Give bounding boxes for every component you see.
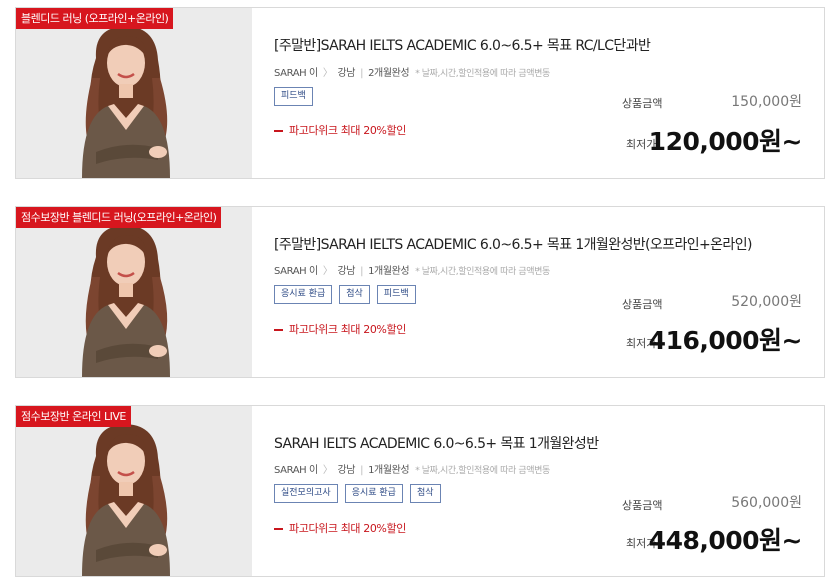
teacher-photo — [46, 18, 206, 178]
price-label: 상품금액 — [622, 499, 663, 512]
product-badge: 점수보장반 온라인 LIVE — [16, 406, 131, 427]
tag: 첨삭 — [409, 484, 441, 503]
product-card[interactable]: 점수보장반 온라인 LIVE SARAH IELTS ACADEMIC 6.0~… — [15, 405, 825, 577]
duration: 1개월완성 — [368, 266, 410, 277]
product-title[interactable]: [주말반]SARAH IELTS ACADEMIC 6.0~6.5+ 목표 1개… — [274, 234, 752, 254]
price-note: * 날짜,시간,할인적용에 따라 금액변동 — [415, 267, 550, 277]
promo-label: 파고다위크 최대 20%할인 — [289, 323, 406, 336]
tag-list: 피드백 — [274, 87, 313, 106]
price-note: * 날짜,시간,할인적용에 따라 금액변동 — [415, 466, 550, 476]
duration: 2개월완성 — [368, 68, 410, 79]
final-price: 448,000원~ — [648, 526, 803, 555]
tag: 응시료 환급 — [274, 285, 333, 304]
product-title[interactable]: [주말반]SARAH IELTS ACADEMIC 6.0~6.5+ 목표 RC… — [274, 35, 651, 55]
product-badge: 블렌디드 러닝 (오프라인+온라인) — [16, 8, 174, 29]
location: 강남 — [337, 465, 356, 476]
location: 강남 — [337, 68, 356, 79]
product-meta: SARAH 이 〉 강남 | 1개월완성 * 날짜,시간,할인적용에 따라 금액변동 — [274, 465, 550, 476]
promo-label: 파고다위크 최대 20%할인 — [289, 522, 406, 535]
promo-text: 파고다위크 최대 20%할인 — [274, 520, 406, 536]
original-price: 150,000원 — [731, 94, 802, 110]
tag: 첨삭 — [339, 285, 370, 304]
tag-list: 실전모의고사 응시료 환급 첨삭 — [274, 484, 441, 503]
product-card[interactable]: 점수보장반 블렌디드 러닝(오프라인+온라인) [주말반]SARAH IELTS… — [15, 206, 825, 378]
promo-text: 파고다위크 최대 20%할인 — [274, 122, 406, 138]
teacher-photo — [46, 416, 206, 576]
product-meta: SARAH 이 〉 강남 | 2개월완성 * 날짜,시간,할인적용에 따라 금액변동 — [274, 68, 550, 79]
product-thumbnail[interactable]: 점수보장반 온라인 LIVE — [16, 406, 252, 576]
promo-label: 파고다위크 최대 20%할인 — [289, 124, 406, 137]
final-price: 120,000원~ — [648, 127, 803, 156]
duration: 1개월완성 — [368, 465, 410, 476]
product-meta: SARAH 이 〉 강남 | 1개월완성 * 날짜,시간,할인적용에 따라 금액변동 — [274, 266, 550, 277]
tag: 실전모의고사 — [274, 484, 338, 503]
tag-list: 응시료 환급 첨삭 피드백 — [274, 285, 416, 304]
tag: 피드백 — [376, 285, 416, 304]
product-badge: 점수보장반 블렌디드 러닝(오프라인+온라인) — [16, 207, 222, 228]
product-thumbnail[interactable]: 블렌디드 러닝 (오프라인+온라인) — [16, 8, 252, 178]
promo-text: 파고다위크 최대 20%할인 — [274, 321, 406, 337]
price-label: 상품금액 — [622, 298, 663, 311]
location: 강남 — [337, 266, 356, 277]
teacher-name: SARAH 이 — [274, 266, 318, 277]
tag: 응시료 환급 — [344, 484, 403, 503]
price-note: * 날짜,시간,할인적용에 따라 금액변동 — [415, 69, 550, 79]
original-price: 520,000원 — [731, 294, 802, 310]
product-thumbnail[interactable]: 점수보장반 블렌디드 러닝(오프라인+온라인) — [16, 207, 252, 377]
teacher-name: SARAH 이 — [274, 68, 318, 79]
teacher-name: SARAH 이 — [274, 465, 318, 476]
final-price: 416,000원~ — [648, 326, 803, 355]
price-label: 상품금액 — [622, 97, 663, 110]
product-title[interactable]: SARAH IELTS ACADEMIC 6.0~6.5+ 목표 1개월완성반 — [274, 433, 599, 453]
product-card[interactable]: 블렌디드 러닝 (오프라인+온라인) [주말반]SARAH IELTS ACAD… — [15, 7, 825, 179]
tag: 피드백 — [274, 87, 313, 106]
original-price: 560,000원 — [731, 495, 802, 511]
teacher-photo — [46, 217, 206, 377]
